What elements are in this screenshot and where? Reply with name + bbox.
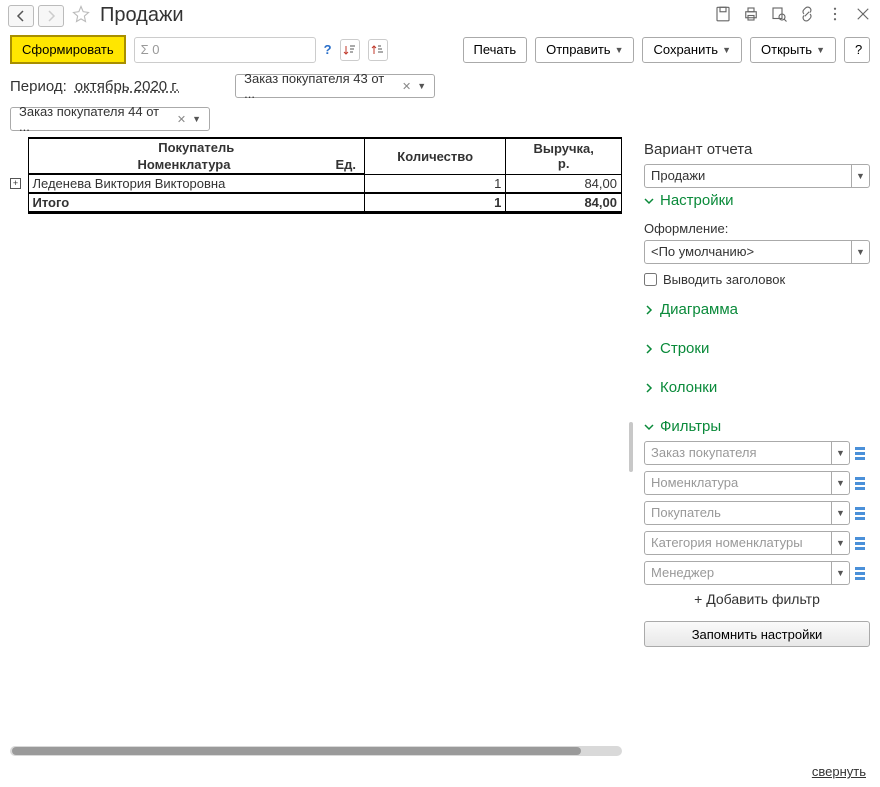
sort-desc-button[interactable]	[368, 39, 388, 61]
add-filter-link[interactable]: + Добавить фильтр	[644, 591, 870, 607]
table-total-row: Итого 1 84,00	[10, 193, 622, 213]
save-button[interactable]: Сохранить▼	[642, 37, 742, 63]
generate-button[interactable]: Сформировать	[10, 35, 126, 64]
favorite-star-icon[interactable]	[72, 5, 90, 26]
filter-nomenclature: Номенклатура ▼	[644, 471, 870, 495]
filter-order: Заказ покупателя ▼	[644, 441, 870, 465]
link-icon[interactable]	[798, 5, 816, 26]
settings-panel: Вариант отчета Продажи ▼ Настройки Оформ…	[640, 137, 870, 756]
col-quantity: Количество	[365, 138, 506, 174]
sum-input[interactable]: Σ 0	[134, 37, 316, 63]
collapse-link[interactable]: свернуть	[812, 764, 866, 779]
diagram-section-toggle[interactable]: Диаграмма	[644, 301, 870, 318]
chevron-down-icon[interactable]: ▼	[831, 502, 849, 524]
nav-forward-button	[38, 5, 64, 27]
send-button[interactable]: Отправить▼	[535, 37, 634, 63]
more-icon[interactable]	[826, 5, 844, 26]
help-button[interactable]: ?	[844, 37, 870, 63]
period-value-link[interactable]: октябрь 2020 г.	[75, 78, 179, 95]
filter-order-select[interactable]: Заказ покупателя ▼	[644, 441, 850, 465]
nav-back-button[interactable]	[8, 5, 34, 27]
cols-section-toggle[interactable]: Колонки	[644, 379, 870, 396]
filter-manager-select[interactable]: Менеджер ▼	[644, 561, 850, 585]
filter-mode-icon[interactable]	[854, 506, 870, 520]
col-buyer: Покупатель	[28, 138, 365, 156]
sort-asc-button[interactable]	[340, 39, 360, 61]
chevron-down-icon[interactable]: ▼	[851, 241, 869, 263]
print-icon[interactable]	[742, 5, 760, 26]
table-row[interactable]: + Леденева Виктория Викторовна 1 84,00	[10, 174, 622, 193]
filter-buyer-select[interactable]: Покупатель ▼	[644, 501, 850, 525]
filter-category: Категория номенклатуры ▼	[644, 531, 870, 555]
show-header-checkbox[interactable]: Выводить заголовок	[644, 272, 870, 287]
chevron-down-icon: ▼	[722, 45, 731, 55]
report-area: Покупатель Количество Выручка,р. Номенкл…	[10, 137, 622, 756]
chevron-down-icon[interactable]: ▼	[831, 532, 849, 554]
page-title: Продажи	[100, 4, 710, 27]
chip-close-icon[interactable]: ✕	[177, 113, 186, 126]
settings-section-toggle[interactable]: Настройки	[644, 192, 870, 209]
period-label: Период:	[10, 78, 67, 95]
preview-icon[interactable]	[770, 5, 788, 26]
filter-category-select[interactable]: Категория номенклатуры ▼	[644, 531, 850, 555]
chevron-down-icon[interactable]: ▼	[831, 562, 849, 584]
filter-mode-icon[interactable]	[854, 536, 870, 550]
variant-select[interactable]: Продажи ▼	[644, 164, 870, 188]
save-icon[interactable]	[714, 5, 732, 26]
rows-section-toggle[interactable]: Строки	[644, 340, 870, 357]
filter-mode-icon[interactable]	[854, 566, 870, 580]
decoration-label: Оформление:	[644, 221, 870, 236]
variant-title: Вариант отчета	[644, 141, 870, 158]
col-revenue: Выручка,р.	[506, 138, 622, 174]
report-table: Покупатель Количество Выручка,р. Номенкл…	[10, 137, 622, 214]
chevron-down-icon[interactable]: ▼	[831, 442, 849, 464]
vertical-splitter[interactable]	[628, 137, 634, 756]
remember-settings-button[interactable]: Запомнить настройки	[644, 621, 870, 647]
col-nomenclature: Номенклатура Ед.	[28, 156, 365, 174]
chevron-down-icon: ▼	[615, 45, 624, 55]
filter-manager: Менеджер ▼	[644, 561, 870, 585]
close-icon[interactable]	[854, 5, 872, 26]
sum-placeholder: Σ 0	[141, 42, 160, 57]
print-button[interactable]: Печать	[463, 37, 528, 63]
filter-mode-icon[interactable]	[854, 476, 870, 490]
decoration-select[interactable]: <По умолчанию> ▼	[644, 240, 870, 264]
filter-buyer: Покупатель ▼	[644, 501, 870, 525]
horizontal-scrollbar[interactable]	[10, 746, 622, 756]
chip-close-icon[interactable]: ✕	[402, 80, 411, 93]
chevron-down-icon[interactable]: ▼	[831, 472, 849, 494]
filter-mode-icon[interactable]	[854, 446, 870, 460]
chevron-down-icon[interactable]: ▼	[851, 165, 869, 187]
chevron-down-icon: ▼	[192, 114, 201, 124]
chevron-down-icon: ▼	[816, 45, 825, 55]
open-button[interactable]: Открыть▼	[750, 37, 836, 63]
expand-row-icon[interactable]: +	[10, 178, 21, 189]
filter-chip-2[interactable]: Заказ покупателя 44 от ... ✕ ▼	[10, 107, 210, 131]
filter-nomenclature-select[interactable]: Номенклатура ▼	[644, 471, 850, 495]
filter-chip-1[interactable]: Заказ покупателя 43 от ... ✕ ▼	[235, 74, 435, 98]
filters-section-toggle[interactable]: Фильтры	[644, 418, 870, 435]
chevron-down-icon: ▼	[417, 81, 426, 91]
sum-help-icon[interactable]: ?	[324, 42, 332, 57]
